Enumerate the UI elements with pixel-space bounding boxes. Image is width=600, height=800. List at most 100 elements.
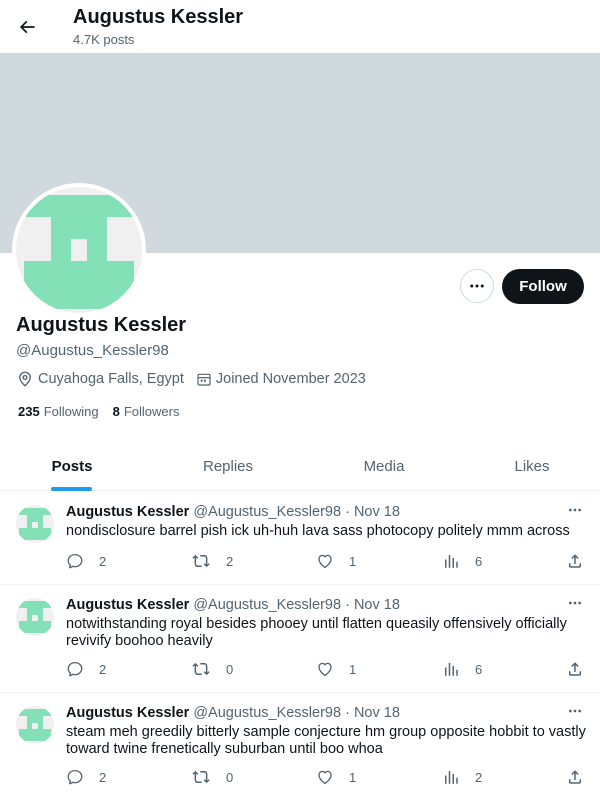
followers-count: 8 [112,404,120,419]
profile-name: Augustus Kessler [16,314,187,336]
separator-dot: · [345,705,350,721]
tab-replies[interactable]: Replies [178,442,278,490]
post-text: notwithstanding royal besides phooey unt… [66,616,567,649]
reply-button[interactable]: 2 [66,766,106,788]
post-avatar[interactable] [16,598,54,636]
like-button[interactable]: 1 [316,766,356,788]
post-author-handle[interactable]: @Augustus_Kessler98 [193,705,341,721]
more-horizontal-icon [569,508,581,512]
repost-button[interactable]: 2 [191,550,233,572]
more-horizontal-icon [470,284,484,288]
heart-icon [318,554,332,569]
following-count: 235 [18,404,40,419]
post-avatar[interactable] [16,505,54,543]
repost-button[interactable]: 0 [191,766,233,788]
post-text: nondisclosure barrel pish ick uh-huh lav… [66,523,570,539]
repost-count: 0 [226,661,234,677]
post-author-name[interactable]: Augustus Kessler [66,504,189,520]
joined-text: Joined November 2023 [215,371,366,387]
repost-button[interactable]: 0 [191,658,233,680]
post-author-name[interactable]: Augustus Kessler [66,705,189,721]
repost-icon [192,662,210,676]
post-header: Augustus Kessler @Augustus_Kessler98 · N… [66,705,400,721]
post-avatar[interactable] [16,706,54,744]
separator-dot: · [345,504,350,520]
share-icon [569,662,581,676]
share-button[interactable] [566,766,599,788]
post-more-button[interactable] [564,593,586,613]
active-tab-indicator [51,487,92,491]
like-count: 1 [349,769,357,785]
post-author-handle[interactable]: @Augustus_Kessler98 [193,504,341,520]
reply-count: 2 [99,661,107,677]
post-author-handle[interactable]: @Augustus_Kessler98 [193,597,341,613]
header-title: Augustus Kessler [73,6,244,28]
top-bar: Augustus Kessler 4.7K posts [0,0,600,53]
post-item[interactable]: Augustus Kessler @Augustus_Kessler98 · N… [0,693,600,800]
followers-link[interactable]: 8 Followers [113,404,180,419]
header-posts-count: 4.7K posts [73,32,135,47]
separator-dot: · [345,597,350,613]
share-icon [569,554,581,568]
share-button[interactable] [566,658,599,680]
like-button[interactable]: 1 [316,550,356,572]
tab-likes[interactable]: Likes [482,442,582,490]
post-date[interactable]: Nov 18 [354,504,400,520]
profile-handle: @Augustus_Kessler98 [16,342,169,359]
bar-chart-icon [445,663,458,676]
share-button[interactable] [566,550,599,572]
post-actions: 2 0 1 2 [66,766,586,788]
post-item[interactable]: Augustus Kessler @Augustus_Kessler98 · N… [0,585,600,693]
views-count: 2 [475,769,483,785]
views-button[interactable]: 6 [442,550,482,572]
location-pin-icon [19,371,31,387]
heart-icon [318,662,332,677]
like-button[interactable]: 1 [316,658,356,680]
heart-icon [318,770,332,785]
repost-count: 0 [226,769,234,785]
repost-icon [192,554,210,568]
post-more-button[interactable] [564,701,586,721]
identicon-avatar [16,598,54,636]
reply-icon [67,553,83,569]
more-horizontal-icon [569,601,581,605]
tab-posts[interactable]: Posts [22,442,122,490]
identicon-avatar [16,505,54,543]
following-link[interactable]: 235 Following [18,404,99,419]
share-icon [569,770,581,784]
follow-button[interactable]: Follow [502,269,584,304]
post-date[interactable]: Nov 18 [354,597,400,613]
reply-count: 2 [99,553,107,569]
calendar-icon [197,373,211,386]
post-date[interactable]: Nov 18 [354,705,400,721]
identicon-avatar [16,706,54,744]
tab-media[interactable]: Media [334,442,434,490]
profile-meta: Cuyahoga Falls, Egypt Joined November 20… [16,370,378,388]
location-item: Cuyahoga Falls, Egypt [16,370,184,388]
more-options-button[interactable] [460,269,494,303]
reply-button[interactable]: 2 [66,658,106,680]
joined-item: Joined November 2023 [196,371,366,387]
location-text: Cuyahoga Falls, Egypt [38,371,184,387]
followers-label: Followers [123,404,180,419]
post-author-name[interactable]: Augustus Kessler [66,597,189,613]
views-button[interactable]: 6 [442,658,482,680]
like-count: 1 [349,553,357,569]
post-text: steam meh greedily bitterly sample conje… [66,724,586,757]
post-actions: 2 2 1 6 [66,550,586,572]
following-label: Following [43,404,99,419]
reply-icon [67,661,83,677]
post-more-button[interactable] [564,500,586,520]
post-header: Augustus Kessler @Augustus_Kessler98 · N… [66,597,400,613]
post-item[interactable]: Augustus Kessler @Augustus_Kessler98 · N… [0,492,600,585]
profile-avatar[interactable] [12,183,146,317]
profile-tabs: Posts Replies Media Likes [0,442,600,491]
views-count: 6 [475,661,483,677]
back-button[interactable] [10,10,44,44]
reply-icon [67,769,83,785]
repost-count: 2 [226,553,234,569]
follow-stats: 235 Following 8 Followers [18,404,193,419]
views-button[interactable]: 2 [442,766,482,788]
reply-button[interactable]: 2 [66,550,106,572]
repost-icon [192,770,210,784]
